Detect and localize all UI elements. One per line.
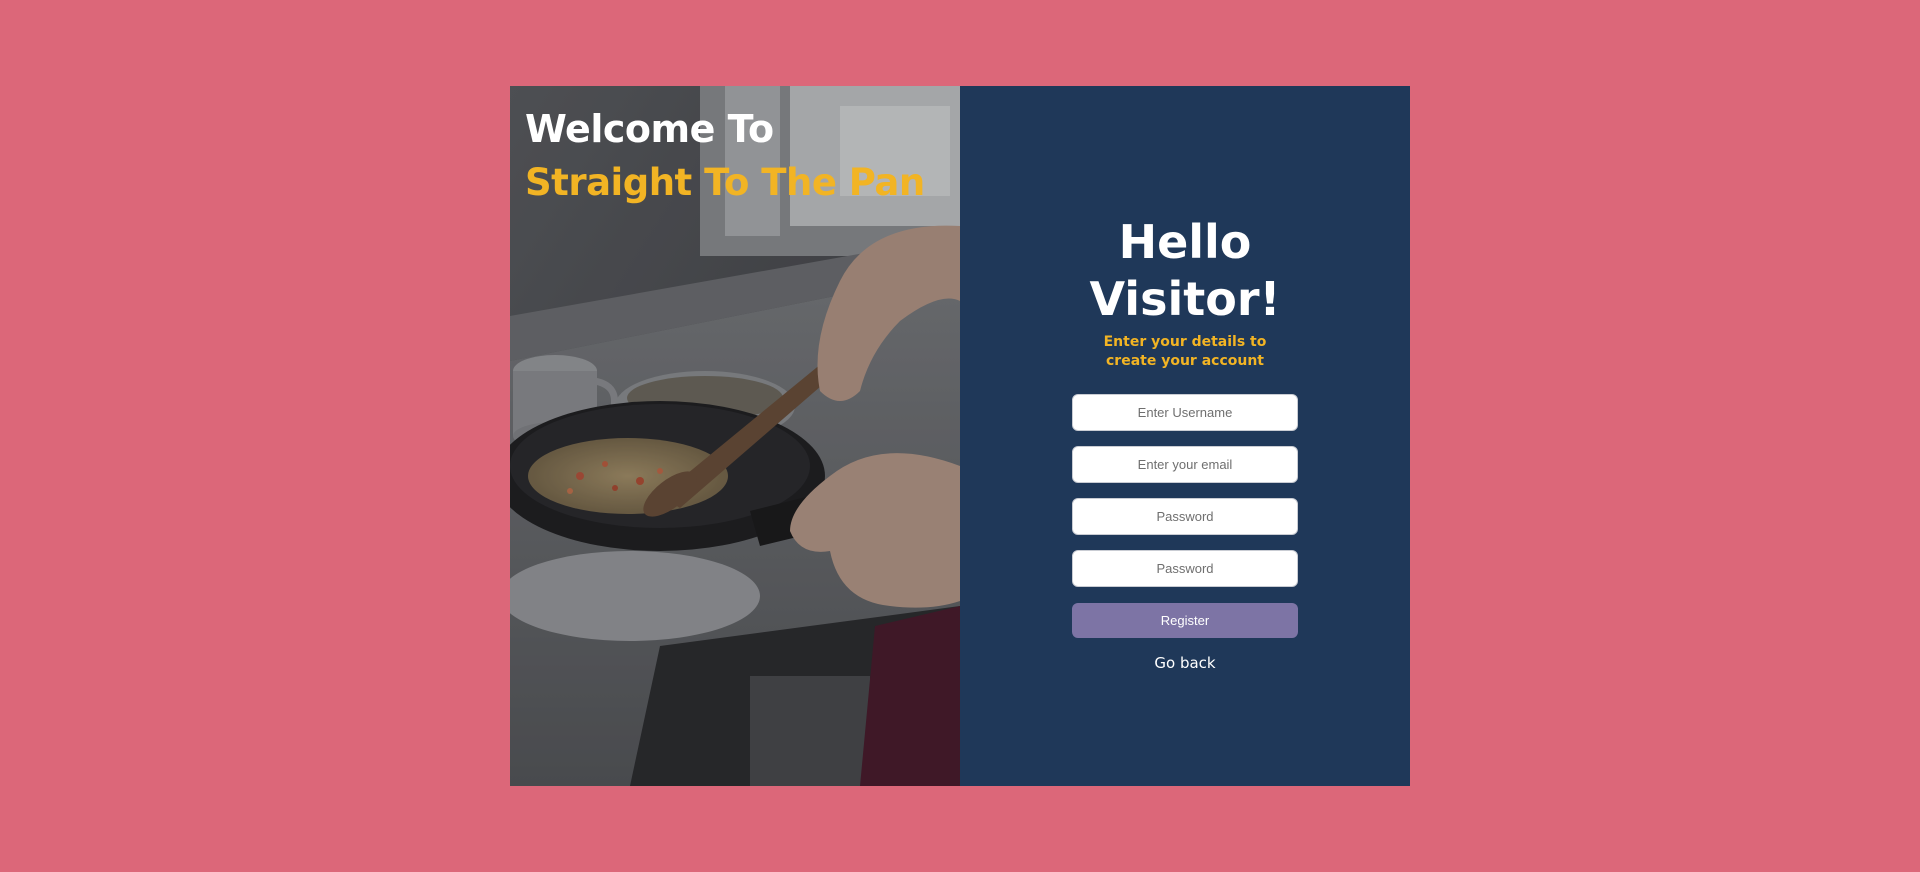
confirm-password-field[interactable] <box>1072 550 1298 587</box>
hero-panel: Welcome To Straight To The Pan <box>510 86 960 786</box>
username-field[interactable] <box>1072 394 1298 431</box>
form-subtitle: Enter your details to create your accoun… <box>1103 334 1267 369</box>
register-form: Register Go back <box>1072 394 1298 672</box>
form-title: Hello Visitor! <box>1089 215 1281 326</box>
welcome-text: Welcome To <box>525 107 774 151</box>
register-panel: Hello Visitor! Enter your details to cre… <box>960 86 1410 786</box>
password-field[interactable] <box>1072 498 1298 535</box>
register-button[interactable]: Register <box>1072 603 1298 638</box>
brand-name: Straight To The Pan <box>525 161 925 204</box>
register-card: Welcome To Straight To The Pan Hello Vis… <box>510 86 1410 786</box>
email-field[interactable] <box>1072 446 1298 483</box>
go-back-link[interactable]: Go back <box>1154 654 1215 672</box>
hero-title: Welcome To Straight To The Pan <box>525 102 925 210</box>
